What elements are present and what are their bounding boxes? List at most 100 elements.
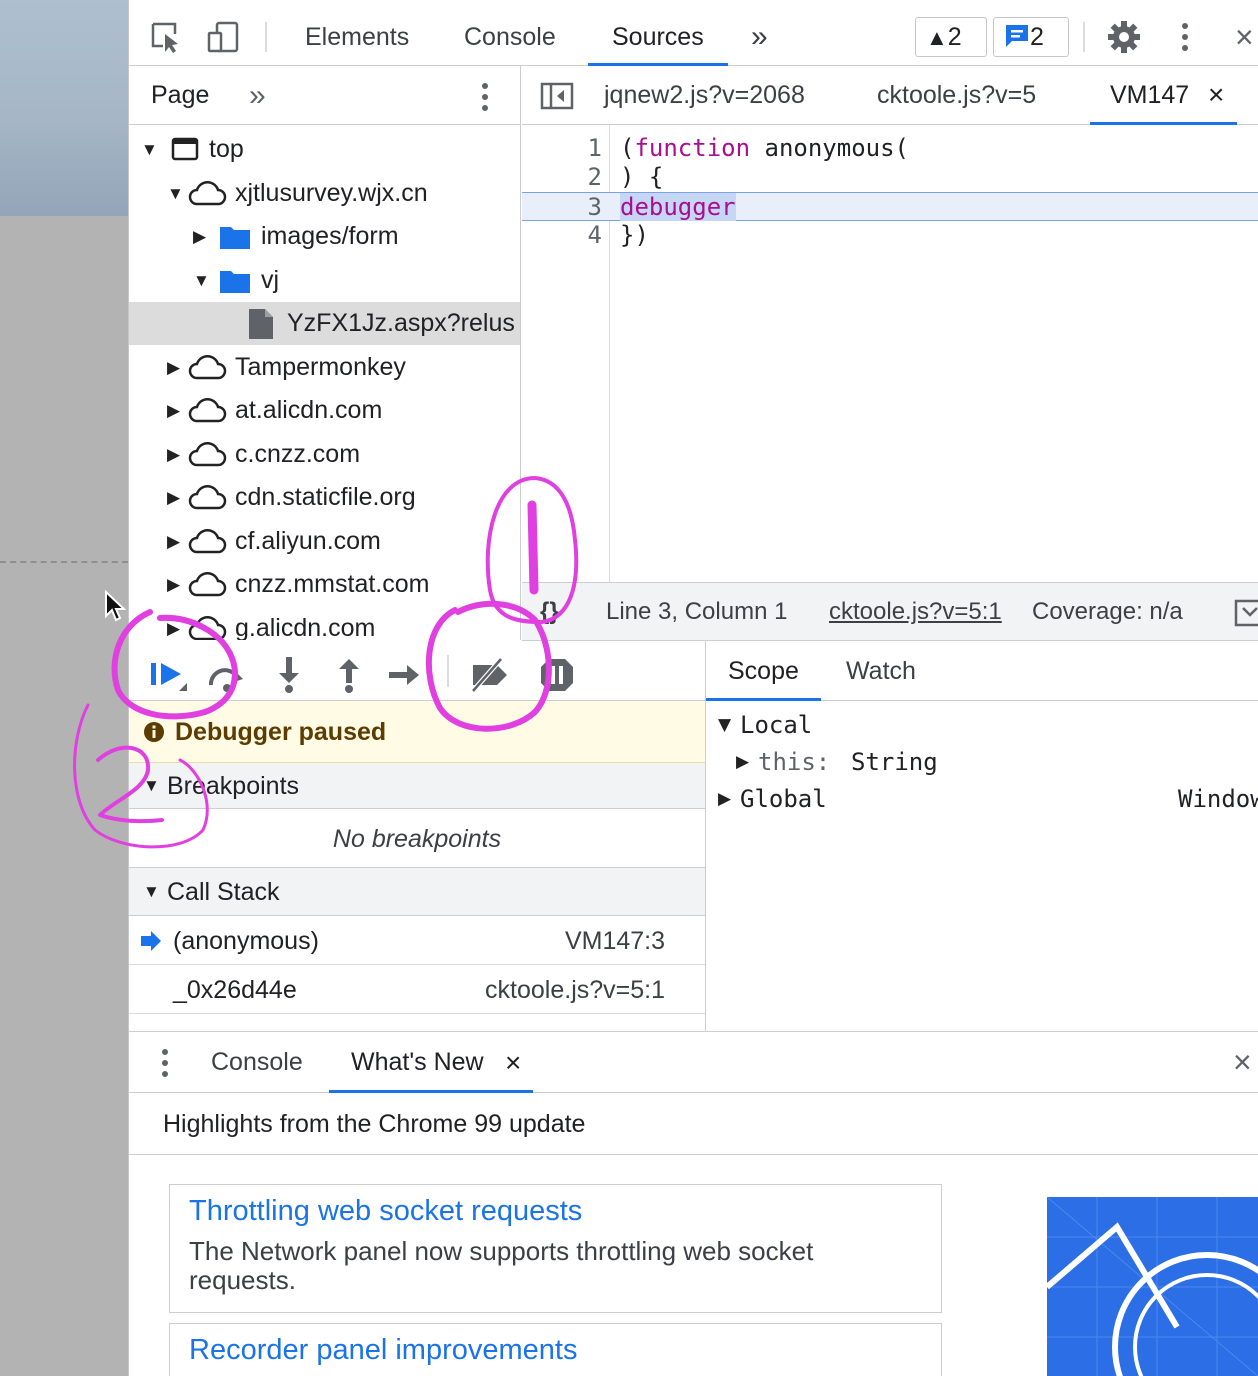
resume-execution-icon[interactable]: [149, 655, 189, 695]
editor-tab-cktoole[interactable]: cktoole.js?v=5: [877, 66, 1036, 125]
code-text: (function anonymous(: [620, 134, 909, 163]
cursor-position: Line 3, Column 1: [606, 598, 788, 625]
step-over-icon[interactable]: [207, 655, 247, 695]
close-drawer-button[interactable]: ×: [1233, 1032, 1252, 1093]
drawer-tab-console[interactable]: Console: [211, 1032, 303, 1093]
expand-triangle-icon[interactable]: ▶: [193, 215, 206, 258]
feature-card-title[interactable]: Recorder panel improvements: [189, 1334, 577, 1367]
pause-on-exceptions-icon[interactable]: [537, 655, 577, 695]
tree-item-domain[interactable]: ▶ c.cnzz.com: [129, 433, 520, 476]
call-frame-location[interactable]: VM147:3: [565, 917, 665, 965]
tree-item-top[interactable]: ▼ top: [129, 128, 520, 171]
call-frame-location[interactable]: cktoole.js?v=5:1: [485, 966, 665, 1014]
collapse-triangle-icon[interactable]: ▼: [718, 707, 731, 744]
info-icon: [144, 722, 164, 742]
line-number[interactable]: 4: [522, 221, 602, 250]
toolbar-separator: [447, 655, 449, 687]
coverage-status: Coverage: n/a: [1032, 598, 1183, 625]
tab-sources[interactable]: Sources: [588, 8, 728, 66]
editor-status-bar: {} Line 3, Column 1 cktoole.js?v=5:1 Cov…: [522, 582, 1258, 641]
call-frame[interactable]: _0x26d44e cktoole.js?v=5:1: [129, 966, 705, 1014]
collapse-triangle-icon[interactable]: ▼: [143, 763, 160, 809]
scope-this[interactable]: ▶ this: String: [706, 744, 1258, 781]
tab-console[interactable]: Console: [464, 8, 556, 66]
close-devtools-button[interactable]: ×: [1235, 8, 1254, 66]
inspect-element-icon[interactable]: [149, 20, 183, 54]
code-text: ) {: [620, 163, 664, 191]
close-tab-button[interactable]: ×: [1208, 66, 1224, 124]
call-stack-section-header[interactable]: ▼ Call Stack: [129, 868, 705, 916]
tree-item-folder[interactable]: ▶ images/form: [129, 215, 520, 258]
tree-item-domain[interactable]: ▶ cf.aliyun.com: [129, 520, 520, 563]
breakpoints-section-header[interactable]: ▼ Breakpoints: [129, 763, 705, 809]
expand-triangle-icon[interactable]: ▶: [167, 346, 180, 389]
navigator-more-button[interactable]: »: [249, 66, 266, 125]
expand-triangle-icon[interactable]: ▶: [718, 781, 731, 818]
feature-promo-image: [1047, 1197, 1258, 1376]
tree-item-file-selected[interactable]: YzFX1Jz.aspx?relus: [129, 302, 520, 345]
expand-triangle-icon[interactable]: ▶: [736, 744, 749, 781]
cloud-icon: [188, 616, 227, 640]
expand-triangle-icon[interactable]: ▶: [167, 433, 180, 476]
deactivate-breakpoints-icon[interactable]: [467, 655, 511, 695]
devtools-panel: Elements Console Sources » ▲2 2 × Page »: [128, 0, 1258, 1376]
tree-item-domain[interactable]: ▼ xjtlusurvey.wjx.cn: [129, 172, 520, 215]
expand-triangle-icon[interactable]: ▶: [167, 563, 180, 606]
toolbar-separator: [1083, 22, 1085, 52]
mouse-cursor-icon: [105, 590, 126, 622]
tree-item-folder[interactable]: ▼ vj: [129, 259, 520, 302]
feature-card[interactable]: Recorder panel improvements: [169, 1323, 942, 1376]
toggle-navigator-icon[interactable]: [540, 82, 574, 110]
navigator-menu-icon[interactable]: [475, 80, 495, 114]
collapse-triangle-icon[interactable]: ▼: [167, 172, 184, 215]
pretty-print-button[interactable]: {}: [540, 583, 559, 640]
warnings-badge[interactable]: ▲2: [915, 17, 987, 57]
drawer-menu-icon[interactable]: [155, 1046, 175, 1080]
frame-icon: [171, 137, 199, 161]
more-tabs-button[interactable]: »: [751, 8, 768, 66]
tab-scope[interactable]: Scope: [706, 641, 821, 701]
collapse-triangle-icon[interactable]: ▼: [193, 259, 210, 302]
cloud-icon: [188, 572, 227, 597]
line-number[interactable]: 1: [522, 134, 602, 163]
line-number[interactable]: 2: [522, 163, 602, 192]
messages-badge[interactable]: 2: [993, 17, 1069, 57]
editor-tab-jqnew2[interactable]: jqnew2.js?v=2068: [604, 66, 805, 125]
scope-local[interactable]: ▼ Local: [706, 707, 1258, 744]
collapse-triangle-icon[interactable]: ▼: [141, 128, 158, 171]
expand-triangle-icon[interactable]: ▶: [167, 389, 180, 432]
drawer-tab-whats-new[interactable]: What's New ×: [329, 1032, 533, 1093]
call-frame-active[interactable]: (anonymous) VM147:3: [129, 917, 705, 965]
editor-tab-vm147[interactable]: VM147 ×: [1090, 66, 1237, 125]
settings-gear-icon[interactable]: [1107, 20, 1141, 54]
collapse-triangle-icon[interactable]: ▼: [143, 868, 160, 916]
tree-item-domain[interactable]: ▶ cnzz.mmstat.com: [129, 563, 520, 606]
device-toolbar-icon[interactable]: [206, 20, 240, 54]
tree-item-domain[interactable]: ▶ at.alicdn.com: [129, 389, 520, 432]
drawer-toggle-icon[interactable]: [1234, 599, 1258, 627]
step-out-icon[interactable]: [329, 655, 369, 695]
feature-card[interactable]: Throttling web socket requests The Netwo…: [169, 1184, 942, 1313]
scope-global[interactable]: ▶ Global Window: [706, 781, 1258, 818]
source-map-link[interactable]: cktoole.js?v=5:1: [829, 583, 1002, 640]
scope-global-value: Window: [1178, 785, 1258, 813]
close-tab-button[interactable]: ×: [505, 1032, 521, 1093]
tab-elements[interactable]: Elements: [305, 8, 409, 66]
tree-item-domain[interactable]: ▶ Tampermonkey: [129, 346, 520, 389]
step-into-icon[interactable]: [269, 655, 309, 695]
expand-triangle-icon[interactable]: ▶: [167, 476, 180, 519]
line-number[interactable]: 3: [522, 193, 602, 222]
cloud-icon: [188, 529, 227, 554]
main-toolbar: Elements Console Sources » ▲2 2 ×: [129, 8, 1258, 66]
debugger-statement: debugger: [620, 193, 736, 221]
tab-page[interactable]: Page: [151, 66, 209, 125]
tree-item-domain[interactable]: ▶ g.alicdn.com: [129, 607, 520, 640]
feature-card-title[interactable]: Throttling web socket requests: [189, 1195, 582, 1228]
code-keyword: function: [634, 134, 751, 162]
tree-item-domain[interactable]: ▶ cdn.staticfile.org: [129, 476, 520, 519]
expand-triangle-icon[interactable]: ▶: [167, 607, 180, 640]
expand-triangle-icon[interactable]: ▶: [167, 520, 180, 563]
tab-watch[interactable]: Watch: [846, 641, 916, 701]
step-icon[interactable]: [387, 655, 427, 695]
customize-menu-icon[interactable]: [1175, 20, 1195, 54]
